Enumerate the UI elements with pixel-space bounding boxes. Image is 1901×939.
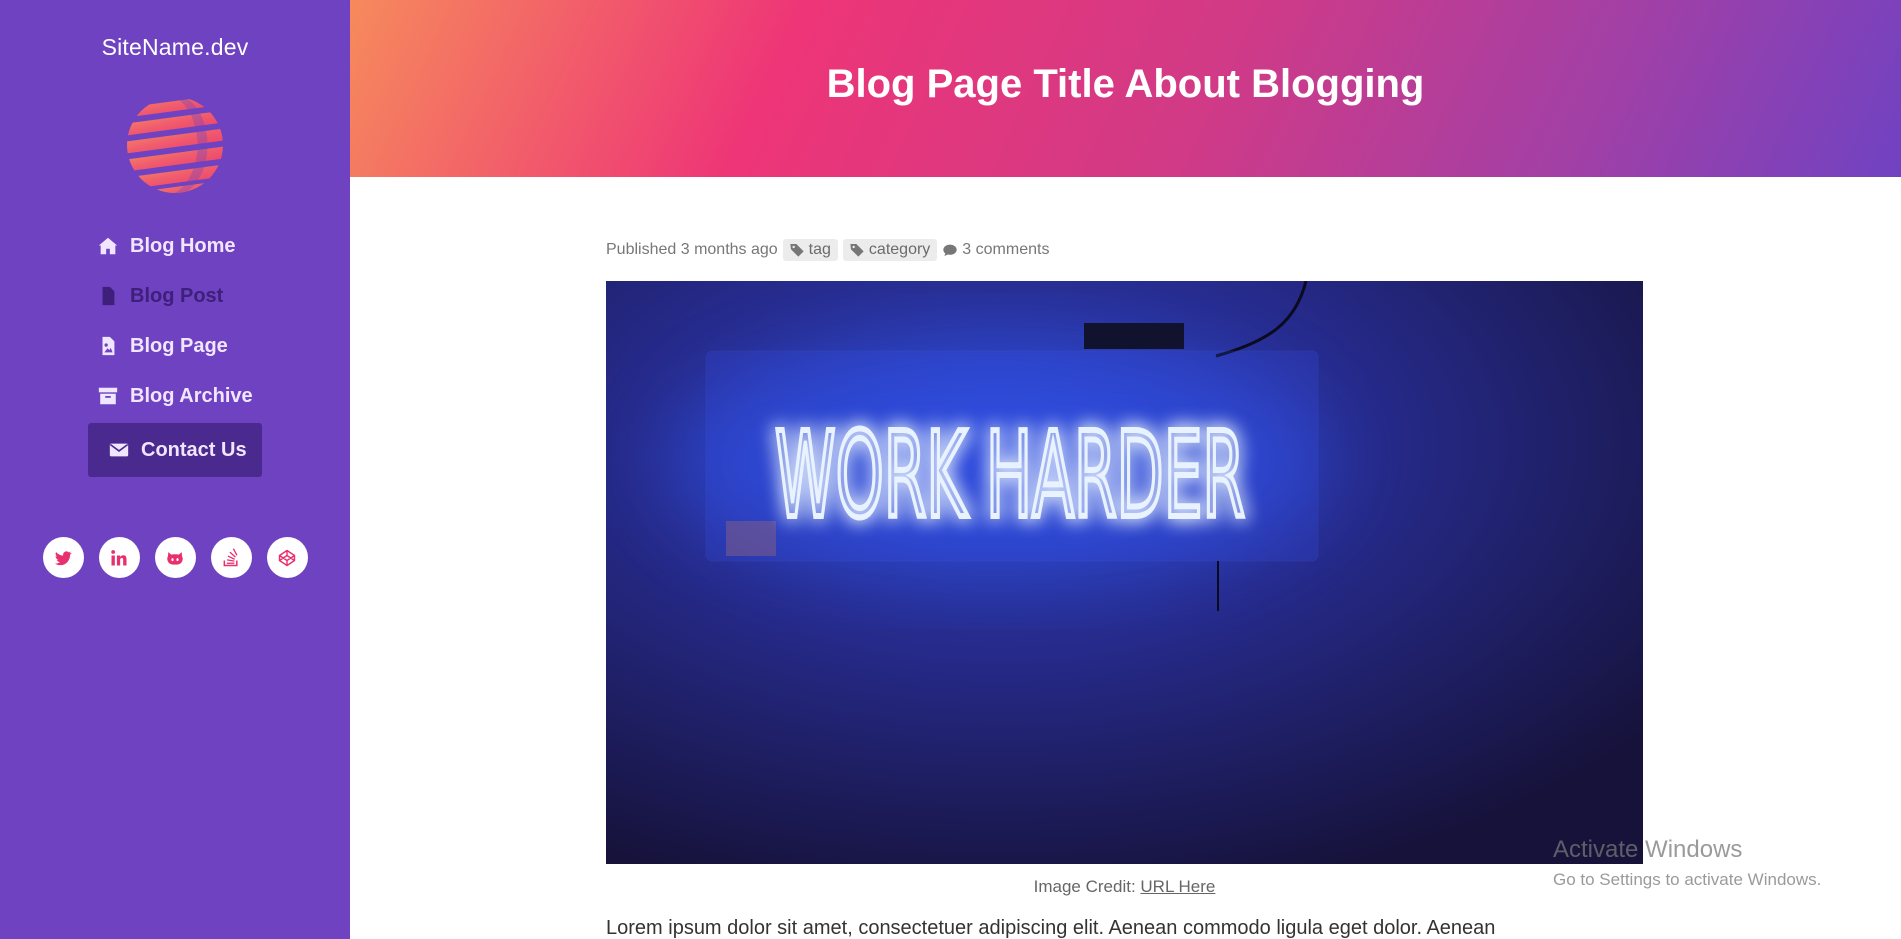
caption-link[interactable]: URL Here bbox=[1140, 877, 1215, 896]
post-content: Published 3 months ago tag category 3 co… bbox=[606, 237, 1643, 939]
linkedin-icon bbox=[111, 549, 127, 565]
windows-activation-watermark: Activate Windows Go to Settings to activ… bbox=[1553, 836, 1821, 890]
nav-label: Blog Post bbox=[130, 284, 224, 307]
comment-icon bbox=[943, 244, 957, 256]
nav-item-blog-post[interactable]: Blog Post bbox=[87, 271, 263, 321]
tag-icon bbox=[790, 244, 804, 257]
twitter-link[interactable] bbox=[42, 537, 84, 578]
striped-globe-logo[interactable] bbox=[125, 95, 225, 195]
category-label: category bbox=[868, 241, 931, 258]
nav-item-blog-home[interactable]: Blog Home bbox=[87, 221, 263, 271]
post-body: Lorem ipsum dolor sit amet, consectetuer… bbox=[606, 917, 1496, 939]
stackoverflow-link[interactable] bbox=[210, 537, 252, 578]
tag-label: tag bbox=[808, 241, 831, 258]
nav-item-blog-page[interactable]: Blog Page bbox=[87, 321, 263, 371]
image-caption: Image Credit: URL Here bbox=[606, 877, 1643, 897]
stackoverflow-icon bbox=[223, 547, 238, 566]
nav-label: Blog Home bbox=[130, 234, 236, 257]
file-image-icon bbox=[102, 336, 115, 356]
neon-sign-text: WORK HARDER bbox=[775, 406, 1245, 544]
published-date: Published 3 months ago bbox=[606, 241, 778, 258]
category-badge[interactable]: category bbox=[842, 239, 938, 261]
post-meta: Published 3 months ago tag category 3 co… bbox=[606, 237, 1643, 263]
codepen-link[interactable] bbox=[266, 537, 308, 578]
site-name[interactable]: SiteName.dev bbox=[102, 34, 249, 61]
github-link[interactable] bbox=[154, 537, 196, 578]
page-header: Blog Page Title About Blogging bbox=[350, 0, 1901, 177]
caption-prefix: Image Credit: bbox=[1033, 877, 1136, 896]
envelope-icon bbox=[109, 443, 129, 457]
linkedin-link[interactable] bbox=[98, 537, 140, 578]
comments-count: 3 comments bbox=[962, 241, 1050, 258]
codepen-icon bbox=[278, 549, 296, 566]
archive-icon bbox=[98, 387, 118, 405]
sidebar-nav: Blog Home Blog Post Blog Page Blog Archi… bbox=[0, 221, 350, 477]
home-icon bbox=[98, 237, 118, 255]
nav-item-contact-us[interactable]: Contact Us bbox=[88, 423, 262, 477]
nav-label: Blog Page bbox=[130, 334, 228, 357]
tag-badge[interactable]: tag bbox=[782, 239, 838, 261]
hero-image: WORK HARDER bbox=[606, 281, 1643, 864]
github-icon bbox=[167, 551, 183, 565]
sidebar: SiteName.dev Blog Home Blog Post Blog Pa… bbox=[0, 0, 350, 939]
nav-label: Contact Us bbox=[141, 438, 247, 461]
comments-link[interactable]: 3 comments bbox=[942, 241, 1049, 259]
social-links bbox=[42, 537, 308, 578]
nav-label: Blog Archive bbox=[130, 384, 253, 407]
watermark-subtitle: Go to Settings to activate Windows. bbox=[1553, 870, 1822, 889]
tag-icon bbox=[850, 244, 864, 257]
nav-item-blog-archive[interactable]: Blog Archive bbox=[87, 371, 263, 421]
watermark-title: Activate Windows bbox=[1553, 836, 1743, 863]
twitter-icon bbox=[54, 550, 72, 565]
page-title: Blog Page Title About Blogging bbox=[826, 62, 1425, 106]
file-text-icon bbox=[102, 286, 115, 306]
